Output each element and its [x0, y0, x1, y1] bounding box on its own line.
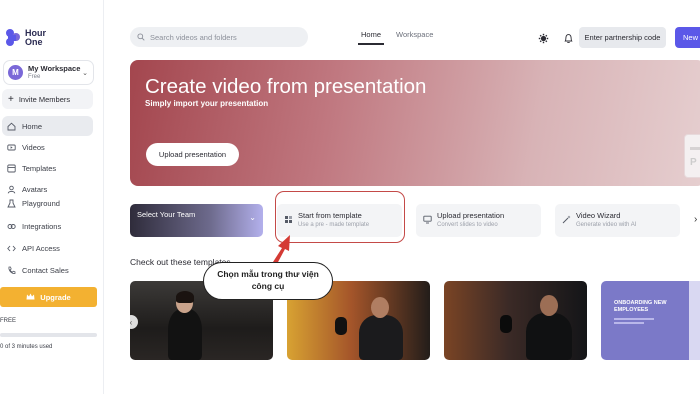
presenter-figure — [526, 313, 572, 360]
select-team-card[interactable]: Select Your Team ⌄ — [130, 204, 263, 237]
action-subtitle: Generate video with AI — [576, 222, 637, 228]
chevron-down-icon: ⌄ — [249, 213, 256, 222]
settings-icon[interactable] — [538, 31, 549, 44]
microphone-icon — [500, 315, 512, 333]
presenter-figure — [168, 309, 202, 360]
chevron-left-icon[interactable]: ‹ — [124, 315, 138, 329]
code-icon — [7, 244, 16, 253]
plus-icon: + — [8, 93, 14, 105]
text-placeholder-line — [614, 322, 644, 324]
sidebar: Hour One M My Workspace Free ⌄ + Invite … — [0, 0, 104, 394]
sidebar-item-home[interactable]: Home — [2, 116, 93, 136]
invite-members-label: Invite Members — [18, 94, 71, 104]
sidebar-item-contact-sales[interactable]: Contact Sales — [2, 260, 93, 280]
search-input[interactable]: Search videos and folders — [130, 27, 308, 47]
template-thumbnail[interactable]: ONBOARDING NEW EMPLOYEES — [601, 281, 700, 360]
chevron-right-icon[interactable]: › — [694, 214, 697, 225]
annotation-callout: Chọn mẫu trong thư viện công cụ — [203, 262, 333, 300]
workspace-avatar: M — [8, 65, 23, 80]
action-title: Video Wizard — [576, 211, 621, 220]
usage-text: 0 of 3 minutes used — [0, 344, 53, 350]
template-thumbnail[interactable] — [444, 281, 587, 360]
partnership-code-button[interactable]: Enter partnership code — [579, 27, 666, 48]
active-tab-indicator — [358, 43, 384, 45]
microphone-icon — [335, 317, 347, 335]
sidebar-item-label: Videos — [22, 142, 45, 152]
action-title: Upload presentation — [437, 211, 505, 220]
chevron-down-icon: ⌄ — [82, 70, 88, 77]
select-team-label: Select Your Team — [137, 210, 196, 219]
slide-accent-panel — [689, 281, 700, 360]
magic-wand-icon — [562, 215, 571, 224]
plan-label: FREE — [0, 318, 17, 324]
crown-icon — [26, 293, 35, 302]
workspace-plan: Free — [28, 73, 41, 80]
upgrade-label: Upgrade — [40, 292, 71, 302]
action-subtitle: Convert slides to video — [437, 222, 498, 228]
new-video-button[interactable]: New — [675, 27, 700, 48]
callout-line-2: công cụ — [251, 281, 285, 291]
sidebar-item-playground[interactable]: Playground — [2, 193, 93, 213]
annotation-arrow-icon — [273, 235, 290, 264]
text-placeholder-line — [614, 318, 654, 320]
sidebar-item-label: Integrations — [22, 221, 62, 231]
presenter-head — [371, 297, 389, 318]
presentation-device-illustration: P — [684, 134, 700, 178]
presenter-head — [540, 295, 558, 316]
usage-progress-bar — [0, 333, 97, 337]
bell-icon[interactable] — [563, 31, 574, 44]
upload-presentation-card[interactable]: Upload presentation Convert slides to vi… — [416, 204, 541, 237]
monitor-icon — [423, 215, 432, 224]
hero-subtitle: Simply import your presentation — [145, 99, 269, 108]
presenter-hair — [176, 291, 194, 303]
home-icon — [7, 122, 16, 131]
hero-banner: Create video from presentation Simply im… — [130, 60, 700, 186]
sidebar-item-templates[interactable]: Templates — [2, 158, 93, 178]
upgrade-button[interactable]: Upgrade — [0, 287, 97, 307]
sidebar-item-api-access[interactable]: API Access — [2, 238, 93, 258]
tab-workspace[interactable]: Workspace — [396, 30, 433, 39]
workspace-switcher[interactable]: M My Workspace Free ⌄ — [3, 60, 94, 85]
playground-icon — [7, 199, 16, 208]
sidebar-item-label: Templates — [22, 163, 57, 173]
hour-one-logo-icon — [4, 28, 22, 48]
sidebar-item-label: API Access — [22, 243, 60, 253]
integrations-icon — [7, 222, 16, 231]
workspace-name: My Workspace — [28, 63, 81, 73]
sidebar-item-label: Contact Sales — [22, 265, 69, 275]
hero-title: Create video from presentation — [145, 75, 427, 98]
video-icon — [7, 143, 16, 152]
video-wizard-card[interactable]: Video Wizard Generate video with AI — [555, 204, 680, 237]
device-bar — [690, 147, 700, 150]
sidebar-item-integrations[interactable]: Integrations — [2, 216, 93, 236]
phone-icon — [7, 266, 16, 275]
sidebar-item-label: Playground — [22, 198, 60, 208]
app-logo[interactable]: Hour One — [4, 28, 55, 48]
presentation-letter: P — [690, 157, 697, 168]
template-title: ONBOARDING NEW EMPLOYEES — [614, 300, 667, 313]
search-placeholder: Search videos and folders — [150, 32, 237, 42]
presenter-figure — [359, 315, 403, 360]
invite-members-button[interactable]: + Invite Members — [2, 89, 93, 109]
sidebar-item-videos[interactable]: Videos — [2, 137, 93, 157]
templates-icon — [7, 164, 16, 173]
sidebar-item-label: Home — [22, 121, 43, 131]
callout-line-1: Chọn mẫu trong thư viện — [217, 269, 319, 279]
upload-presentation-button[interactable]: Upload presentation — [146, 143, 239, 166]
search-icon — [137, 33, 145, 41]
tab-home[interactable]: Home — [361, 30, 381, 39]
logo-text: Hour One — [25, 28, 46, 47]
